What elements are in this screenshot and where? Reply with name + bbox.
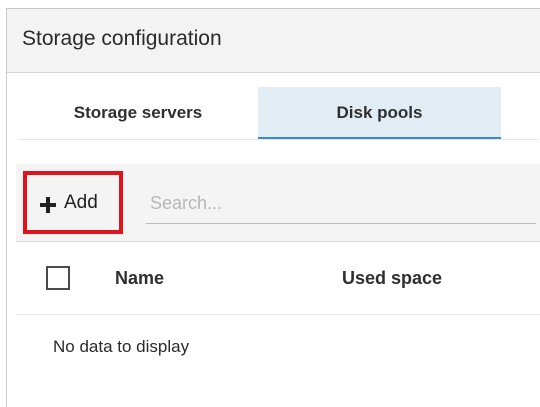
title-bar: Storage configuration <box>7 9 540 73</box>
table-header: Name Used space <box>16 242 540 315</box>
add-button[interactable]: Add <box>23 171 123 234</box>
tab-bar: Storage servers Disk pools <box>18 87 538 139</box>
page-title: Storage configuration <box>22 27 222 50</box>
column-header-name[interactable]: Name <box>115 268 164 289</box>
plus-icon <box>40 197 56 213</box>
select-all-checkbox[interactable] <box>46 266 70 290</box>
tab-storage-servers[interactable]: Storage servers <box>18 87 258 139</box>
search-input[interactable] <box>146 184 536 224</box>
tab-disk-pools[interactable]: Disk pools <box>258 87 501 139</box>
column-header-used-space[interactable]: Used space <box>342 268 442 289</box>
tab-divider <box>18 139 538 140</box>
toolbar: Add <box>16 164 540 242</box>
add-button-label: Add <box>64 192 98 213</box>
empty-state-message: No data to display <box>53 337 190 356</box>
